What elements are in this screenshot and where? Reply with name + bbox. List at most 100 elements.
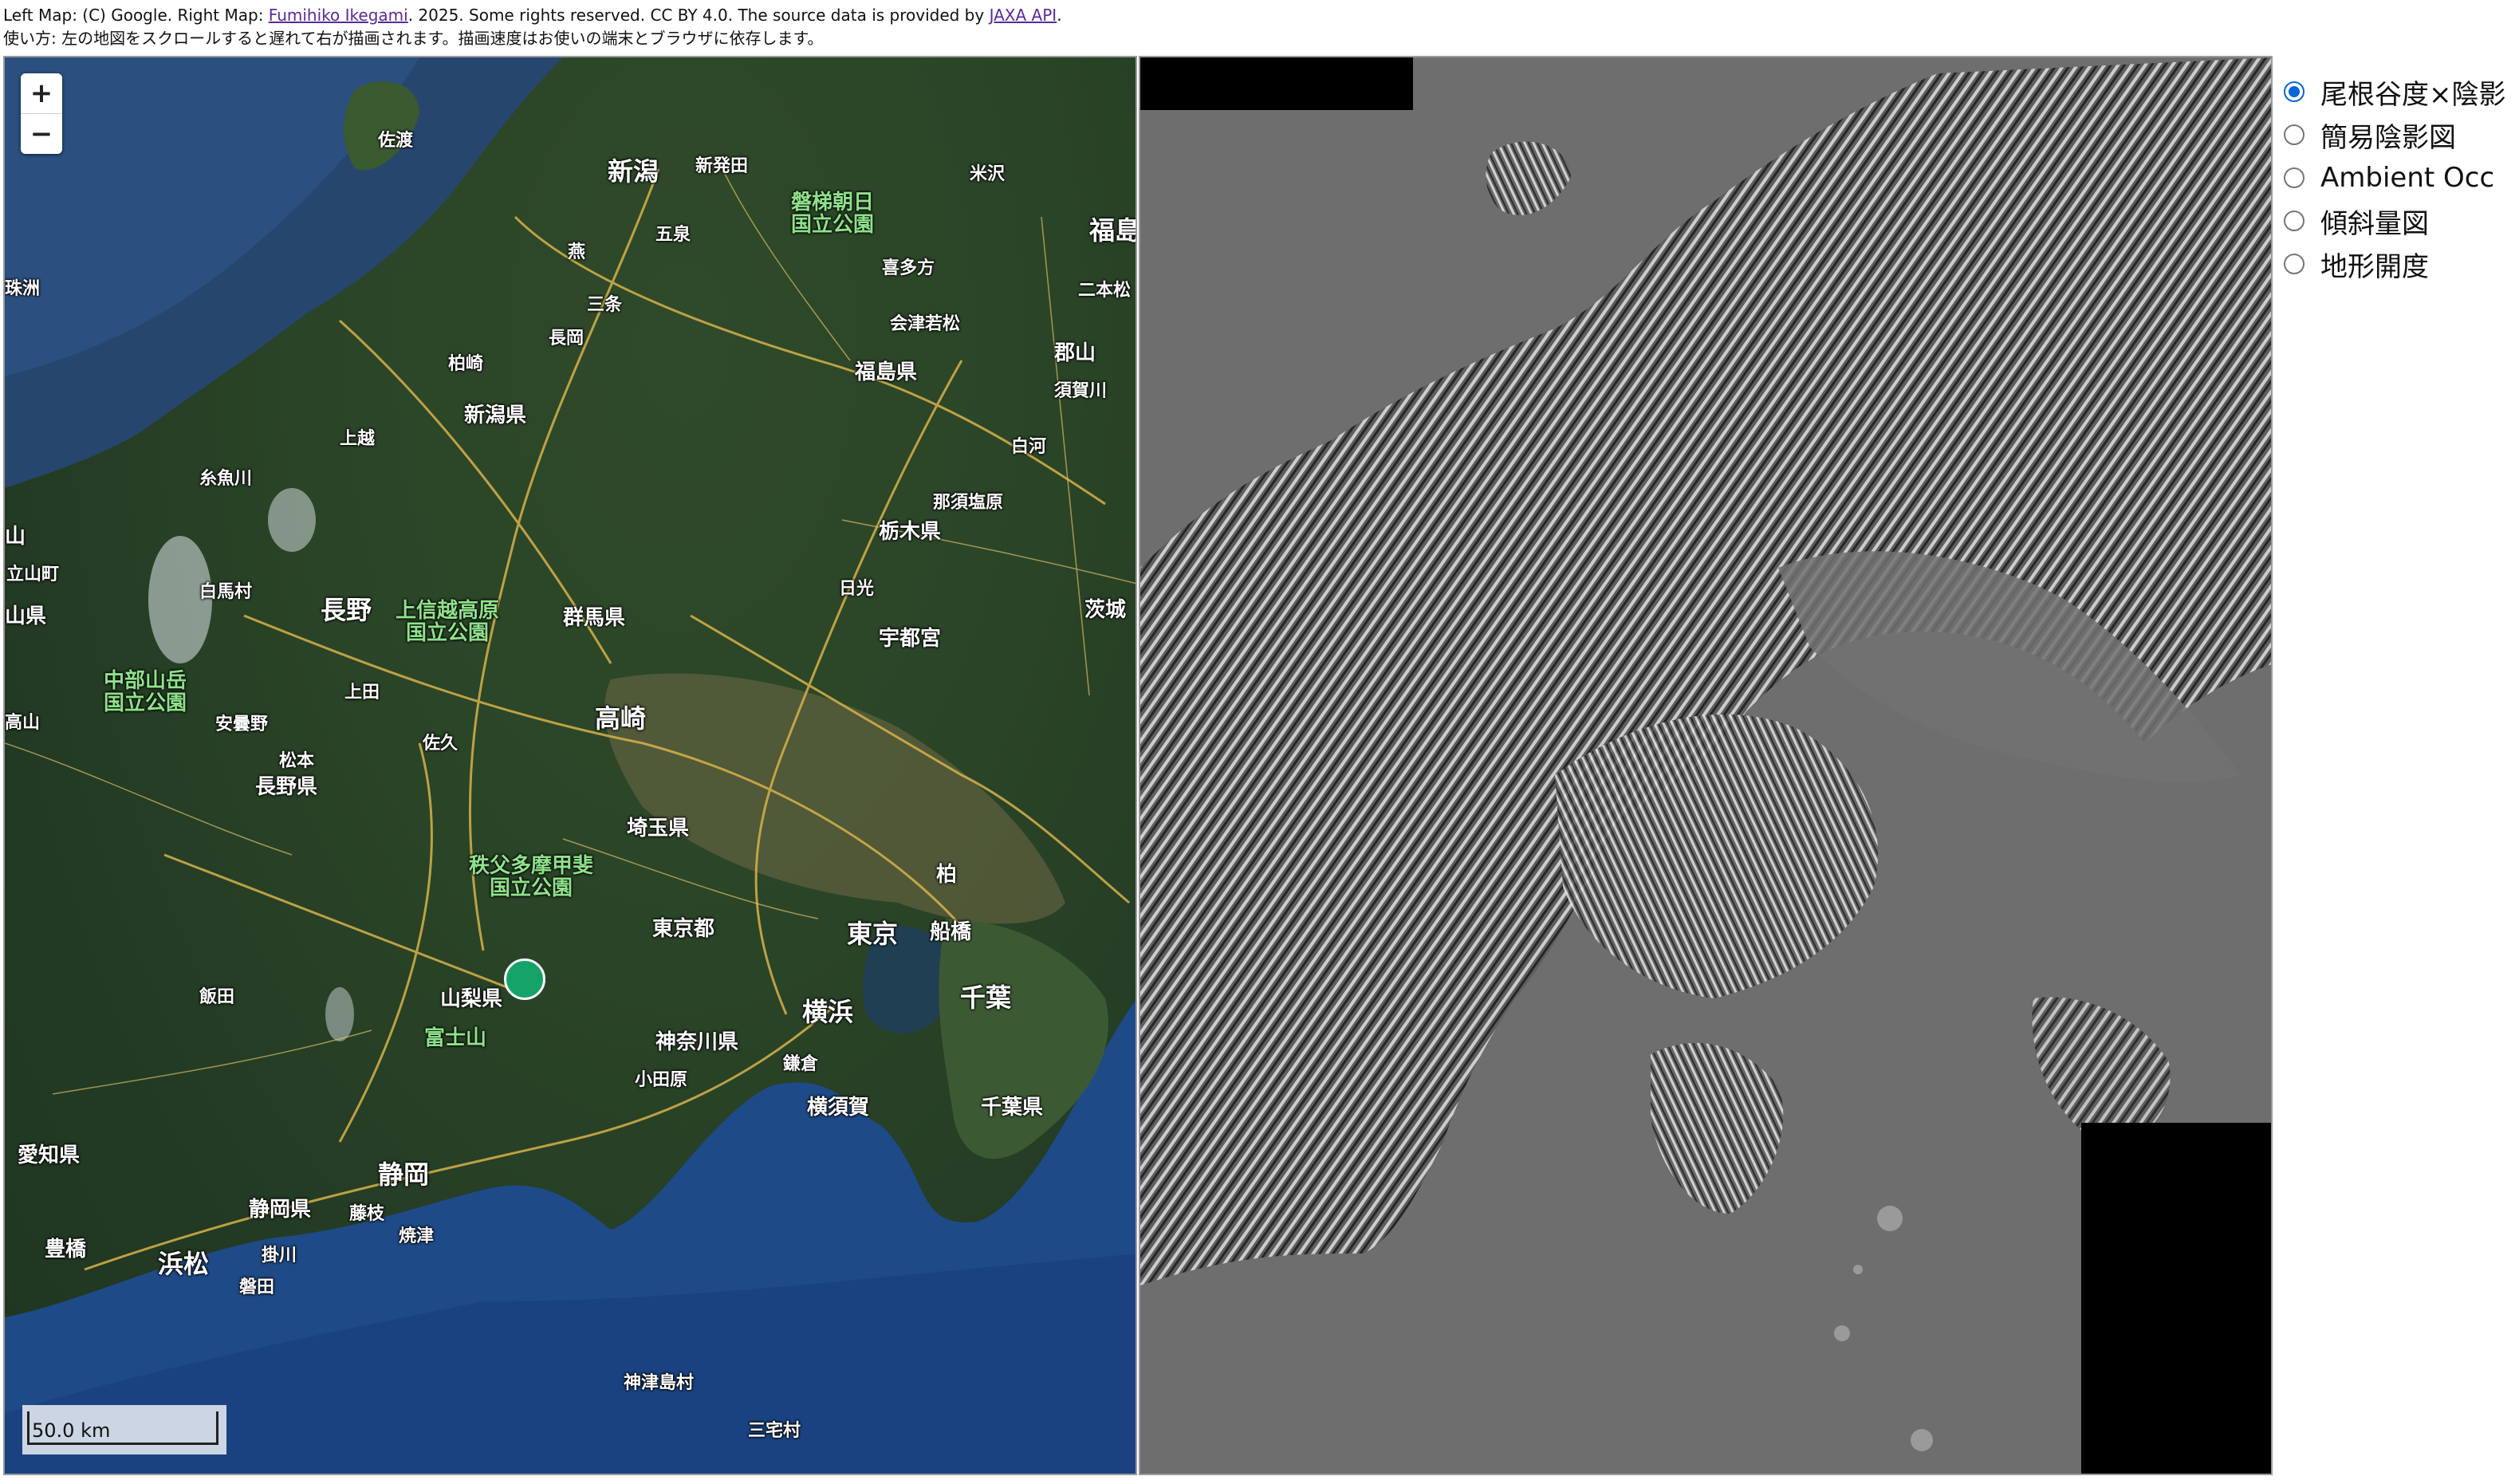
attribution-middle: . 2025. Some rights reserved. CC BY 4.0.… [407, 6, 990, 25]
map-label: 東京 [847, 919, 899, 949]
zoom-control: + − [21, 73, 62, 154]
layer-option-openness[interactable]: 地形開度 [2279, 242, 2506, 285]
relief-map[interactable] [1139, 56, 2273, 1475]
missing-tile [1140, 57, 1413, 110]
map-label: 茨城 [1084, 598, 1127, 622]
map-label: 掛川 [262, 1246, 297, 1266]
map-label: 松本 [279, 751, 315, 771]
layer-option-ambient-occlusion[interactable]: Ambient Occ [2279, 156, 2506, 199]
map-label: 浜松 [158, 1249, 210, 1279]
author-link[interactable]: Fumihiko Ikegami [269, 6, 408, 25]
usage-instructions: 使い方: 左の地図をスクロールすると遅れて右が描画されます。描画速度はお使いの端… [3, 29, 824, 48]
layer-option-slope[interactable]: 傾斜量図 [2279, 199, 2506, 242]
radio-button[interactable] [2284, 254, 2304, 274]
radio-button[interactable] [2284, 124, 2304, 145]
map-label: 二本松 [1078, 281, 1132, 301]
map-label: 安曇野 [215, 714, 269, 734]
layer-option-label: 簡易陰影図 [2320, 121, 2456, 154]
map-label: 五泉 [655, 225, 691, 245]
map-label: 静岡 [378, 1159, 430, 1190]
map-label: 鎌倉 [783, 1054, 819, 1074]
map-label: 珠洲 [5, 279, 41, 299]
jaxa-api-link[interactable]: JAXA API [990, 6, 1057, 25]
map-label: 糸魚川 [199, 469, 253, 489]
attribution-line: Left Map: (C) Google. Right Map: Fumihik… [3, 3, 2475, 27]
map-label: 静岡県 [249, 1198, 312, 1222]
map-label: 長野県 [255, 775, 318, 799]
radio-button[interactable] [2284, 167, 2304, 188]
map-label: 米沢 [970, 164, 1006, 184]
map-label: 宇都宮 [879, 627, 942, 651]
map-label: 新発田 [695, 156, 749, 176]
map-label: 上田 [344, 683, 380, 703]
map-label: 山 [5, 525, 26, 549]
map-label: 三宅村 [748, 1421, 801, 1441]
scale-label: 50.0 km [32, 1419, 111, 1442]
map-label: 高崎 [595, 703, 647, 734]
radio-button[interactable] [2284, 211, 2304, 231]
scale-bar: 50.0 km [22, 1405, 226, 1454]
attribution-suffix: . [1057, 6, 1062, 25]
layer-option-label: 傾斜量図 [2320, 207, 2429, 240]
zoom-out-button[interactable]: − [21, 113, 62, 154]
map-label: 千葉県 [981, 1096, 1044, 1120]
map-label: 山県 [5, 604, 47, 628]
attribution-prefix: Left Map: (C) Google. Right Map: [3, 6, 269, 25]
map-label: 長野 [321, 595, 372, 625]
map-label: 佐渡 [378, 131, 414, 151]
map-label: 東京都 [652, 917, 715, 941]
map-label: 豊橋 [45, 1238, 87, 1262]
map-label: 新潟県 [464, 403, 527, 427]
map-label: 上越 [340, 429, 376, 449]
map-label: 神津島村 [624, 1373, 695, 1393]
map-label: 横須賀 [807, 1096, 870, 1120]
map-label: 日光 [839, 579, 875, 599]
zoom-in-button[interactable]: + [21, 73, 62, 113]
radio-button[interactable] [2284, 81, 2304, 102]
map-label: 福島県 [855, 360, 918, 384]
map-label-park: 秩父多摩甲斐 国立公園 [469, 854, 594, 900]
map-label: 福島 [1089, 215, 1137, 246]
layer-option-label: 尾根谷度×陰影 [2320, 78, 2506, 111]
map-label: 藤枝 [349, 1204, 385, 1224]
map-label: 那須塩原 [933, 493, 1004, 513]
map-label: 長岡 [549, 329, 584, 348]
map-label: 横浜 [802, 997, 854, 1027]
map-label: 千葉 [960, 982, 1012, 1013]
satellite-map[interactable]: + − 佐渡 新潟 新発田 五泉 磐梯朝日 国立公園 米沢 福島 二本松 喜多方… [3, 56, 1137, 1475]
map-label: 佐久 [423, 734, 459, 754]
mountain-icon[interactable] [504, 958, 545, 1000]
map-label: 白河 [1011, 437, 1047, 457]
map-label-park: 磐梯朝日 国立公園 [791, 191, 875, 237]
map-label: 愛知県 [18, 1144, 81, 1167]
map-label: 柏崎 [448, 354, 484, 374]
map-label-park: 上信越高原 国立公園 [396, 599, 500, 645]
map-label-park: 富士山 [424, 1026, 487, 1050]
layer-option-simple-hillshade[interactable]: 簡易陰影図 [2279, 113, 2506, 156]
map-label: 郡山 [1054, 341, 1096, 365]
map-label: 柏 [936, 863, 958, 887]
map-label: 船橋 [930, 920, 972, 944]
map-label: 白馬村 [199, 582, 253, 602]
map-label-park: 中部山岳 国立公園 [104, 669, 187, 715]
map-label: 埼玉県 [627, 817, 690, 840]
map-label: 立山町 [6, 565, 60, 585]
map-label: 磐田 [239, 1277, 275, 1297]
map-label: 神奈川県 [655, 1030, 739, 1054]
map-label: 小田原 [635, 1070, 688, 1090]
map-label: 山梨県 [440, 987, 503, 1011]
map-label: 飯田 [199, 987, 235, 1007]
map-label: 高山 [5, 713, 41, 733]
map-label: 会津若松 [890, 314, 961, 334]
map-label: 新潟 [608, 156, 659, 187]
map-label: 喜多方 [882, 258, 935, 278]
map-label: 栃木県 [879, 520, 942, 544]
layer-selector: 尾根谷度×陰影 簡易陰影図 Ambient Occ 傾斜量図 地形開度 [2279, 70, 2506, 285]
map-label: 燕 [568, 242, 586, 262]
layer-option-label: 地形開度 [2320, 250, 2429, 283]
map-label: 焼津 [399, 1226, 435, 1246]
layer-option-ridge-valley-shade[interactable]: 尾根谷度×陰影 [2279, 70, 2506, 113]
map-label: 三条 [587, 295, 623, 315]
missing-tile [2081, 1123, 2271, 1474]
layer-option-label: Ambient Occ [2320, 162, 2495, 194]
